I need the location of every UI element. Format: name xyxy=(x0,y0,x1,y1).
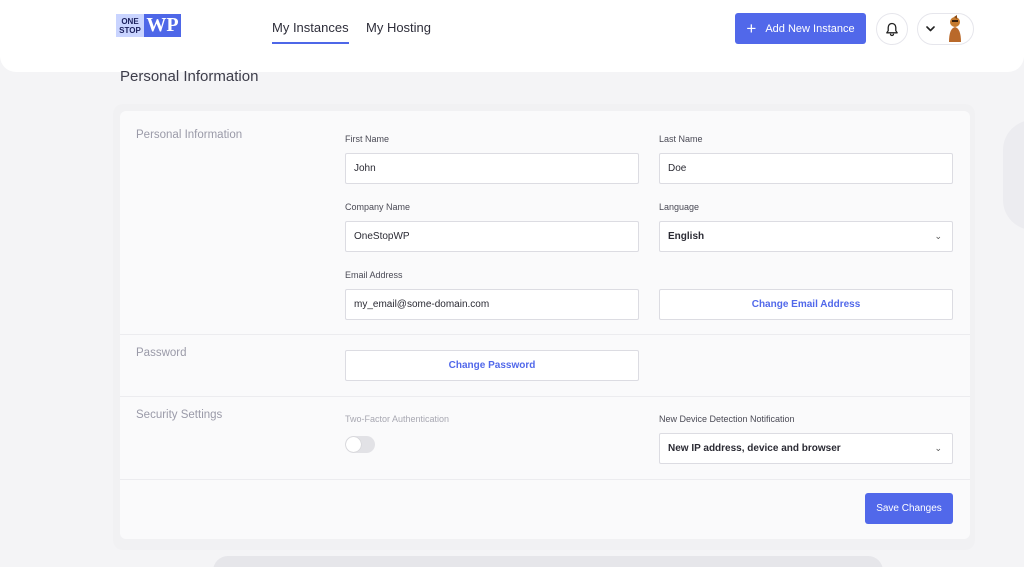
toggle-knob xyxy=(346,437,361,452)
device-detection-select[interactable]: New IP address, device and browser ⌄ xyxy=(659,433,953,464)
logo-badge: ONE STOP xyxy=(116,14,144,37)
decorative-shape xyxy=(1003,120,1024,230)
email-address-label: Email Address xyxy=(345,270,403,280)
top-navigation-bar: ONE STOP WP My Instances My Hosting + Ad… xyxy=(0,0,1024,56)
tab-my-instances[interactable]: My Instances xyxy=(272,20,349,44)
chevron-down-icon: ⌄ xyxy=(934,443,942,453)
last-name-label: Last Name xyxy=(659,134,703,144)
email-address-field[interactable]: my_email@some-domain.com xyxy=(345,289,639,320)
page-title: Personal Information xyxy=(120,68,259,85)
avatar xyxy=(943,15,967,43)
change-password-button[interactable]: Change Password xyxy=(345,350,639,381)
divider xyxy=(120,334,970,335)
chevron-down-icon xyxy=(926,26,935,32)
language-selected-value: English xyxy=(668,231,705,242)
logo-text-one: ONE xyxy=(121,16,139,26)
two-factor-toggle[interactable] xyxy=(345,436,375,453)
logo-text-wp: WP xyxy=(146,14,179,36)
section-label-security-settings: Security Settings xyxy=(136,409,223,421)
onestopwp-logo[interactable]: ONE STOP WP xyxy=(116,14,181,37)
company-name-label: Company Name xyxy=(345,202,411,212)
first-name-field[interactable]: John xyxy=(345,153,639,184)
company-name-field[interactable]: OneStopWP xyxy=(345,221,639,252)
last-name-field[interactable]: Doe xyxy=(659,153,953,184)
section-label-password: Password xyxy=(136,347,187,359)
bell-icon xyxy=(886,22,898,36)
user-menu-button[interactable] xyxy=(917,13,974,45)
two-factor-label: Two-Factor Authentication xyxy=(345,414,450,424)
decorative-shape xyxy=(213,556,883,567)
first-name-label: First Name xyxy=(345,134,390,144)
save-changes-button[interactable]: Save Changes xyxy=(865,493,953,524)
logo-text-stop: STOP xyxy=(119,25,141,35)
add-new-instance-label: Add New Instance xyxy=(765,22,855,35)
divider xyxy=(120,479,970,480)
chevron-down-icon: ⌄ xyxy=(934,231,942,241)
section-label-personal-information: Personal Information xyxy=(136,129,243,141)
change-email-address-button[interactable]: Change Email Address xyxy=(659,289,953,320)
divider xyxy=(120,396,970,397)
language-select[interactable]: English ⌄ xyxy=(659,221,953,252)
device-detection-label: New Device Detection Notification xyxy=(659,414,795,424)
language-label: Language xyxy=(659,202,700,212)
notifications-button[interactable] xyxy=(876,13,908,45)
plus-icon: + xyxy=(746,19,757,38)
tab-my-hosting[interactable]: My Hosting xyxy=(366,20,431,44)
add-new-instance-button[interactable]: + Add New Instance xyxy=(735,13,866,44)
device-detection-selected-value: New IP address, device and browser xyxy=(668,443,841,454)
